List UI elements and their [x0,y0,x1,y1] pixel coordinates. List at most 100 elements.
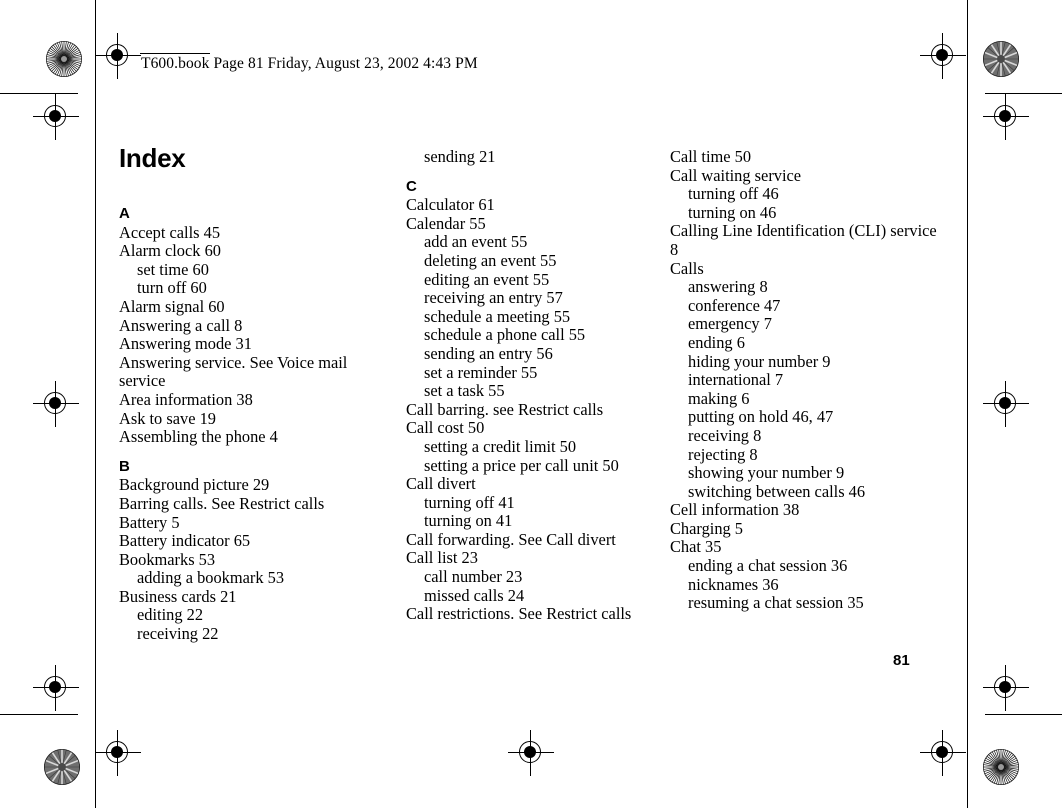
index-subentry: turning on 46 [688,202,777,222]
index-subentry: hiding your number 9 [688,351,831,371]
registration-ring [44,105,66,127]
index-letter-heading: C [406,177,417,195]
starburst-icon-top-left [45,40,83,78]
starburst-glyph [43,748,81,786]
registration-crosshair-vertical [530,730,531,776]
index-subentry: international 7 [688,370,784,390]
index-entry: Call list 23 [406,548,478,568]
registration-crosshair-horizontal [983,687,1029,688]
index-entry: Ask to save 19 [119,408,216,428]
registration-ring [44,392,66,414]
registration-dot [111,746,123,758]
index-subentry: editing an event 55 [424,269,550,289]
registration-mark-top-right [920,33,966,79]
index-subentry: schedule a phone call 55 [424,325,586,345]
index-subentry: resuming a chat session 35 [688,593,864,613]
index-entry: Chat 35 [670,537,722,557]
index-entry: Call time 50 [670,147,752,166]
registration-dot [49,110,61,122]
registration-mark-outer-bottom-left [33,665,79,711]
index-entry: Answering mode 31 [119,334,252,354]
registration-mark-bottom-left [95,730,141,776]
index-subentry: putting on hold 46, 47 [688,407,834,427]
index-subentry: schedule a meeting 55 [424,306,571,326]
index-entry: Call cost 50 [406,418,485,438]
header-rule [140,53,210,54]
registration-dot [49,681,61,693]
index-entry: Call restrictions. See Restrict calls [406,604,632,624]
index-entry: Call waiting service [670,165,802,185]
file-header-text: T600.book Page 81 Friday, August 23, 200… [141,55,478,72]
index-column-2: sending 21 C Calculator 61 Calendar 55 add a… [406,147,656,624]
starburst-glyph [45,40,83,78]
registration-crosshair-vertical [1005,381,1006,427]
starburst-icon-bottom-left [43,748,81,786]
registration-ring [106,741,128,763]
index-subentry: turning on 41 [424,511,513,531]
index-column-3: Call time 50 Call waiting service turning … [670,147,940,613]
index-subentry: ending a chat session 36 [688,556,848,576]
index-subentry: rejecting 8 [688,444,758,464]
registration-ring [994,105,1016,127]
index-entry: Alarm signal 60 [119,296,225,316]
registration-dot [999,681,1011,693]
registration-crosshair-horizontal [920,55,966,56]
index-subentry: set a task 55 [424,381,505,401]
index-letter-heading: B [119,457,130,475]
starburst-icon-top-right [982,40,1020,78]
index-entry: Calculator 61 [406,195,495,215]
index-entry: Battery 5 [119,512,180,532]
starburst-icon-bottom-right [982,748,1020,786]
registration-crosshair-vertical [1005,94,1006,140]
index-subentry: turning off 41 [424,492,515,512]
index-entry: Area information 38 [119,389,253,409]
index-subentry: editing 22 [137,605,204,625]
index-entry: Charging 5 [670,518,743,538]
index-subentry: switching between calls 46 [688,481,866,501]
index-entry: Battery indicator 65 [119,531,251,551]
index-subentry: missed calls 24 [424,585,525,605]
trim-line-left-vertical [95,0,96,808]
registration-crosshair-horizontal [983,116,1029,117]
index-subentry: set time 60 [137,259,209,279]
index-entry: Answering a call 8 [119,315,243,335]
registration-crosshair-horizontal [983,403,1029,404]
registration-crosshair-vertical [55,381,56,427]
index-subentry: turning off 46 [688,184,779,204]
index-entry: Call divert [406,474,476,494]
trim-line-bottom-right-horizontal [985,714,1062,715]
registration-crosshair-vertical [942,730,943,776]
registration-ring [106,44,128,66]
registration-crosshair-vertical [942,33,943,79]
starburst-glyph [982,748,1020,786]
registration-dot [524,746,536,758]
registration-mark-mid-right [983,381,1029,427]
index-entry: Calls [670,258,704,278]
registration-dot [999,110,1011,122]
registration-crosshair-horizontal [920,752,966,753]
trim-line-top-right-horizontal [985,93,1062,94]
index-entry: Calendar 55 [406,213,486,233]
registration-crosshair-horizontal [33,116,79,117]
registration-ring [44,676,66,698]
page-title: Index [119,143,186,173]
index-entry: Alarm clock 60 [119,241,221,261]
registration-ring [994,392,1016,414]
index-entry: Barring calls. See Restrict calls [119,493,325,513]
index-subentry: receiving 8 [688,425,762,445]
index-subentry: making 6 [688,388,750,408]
index-column-1: A Accept calls 45 Alarm clock 60 set time 6… [119,205,379,644]
index-entry: Background picture 29 [119,475,270,495]
index-subentry: sending 21 [424,147,496,166]
registration-dot [936,746,948,758]
index-entry: Call barring. see Restrict calls [406,399,604,419]
index-subentry: nicknames 36 [688,574,779,594]
registration-mark-outer-bottom-right [983,665,1029,711]
index-entry: Business cards 21 [119,586,237,606]
trim-line-bottom-left-horizontal [0,714,78,715]
starburst-glyph [982,40,1020,78]
printed-page: T600.book Page 81 Friday, August 23, 200… [0,0,1062,808]
registration-dot [936,49,948,61]
index-subentry: turn off 60 [137,278,207,298]
index-entry: Call forwarding. See Call divert [406,529,616,549]
